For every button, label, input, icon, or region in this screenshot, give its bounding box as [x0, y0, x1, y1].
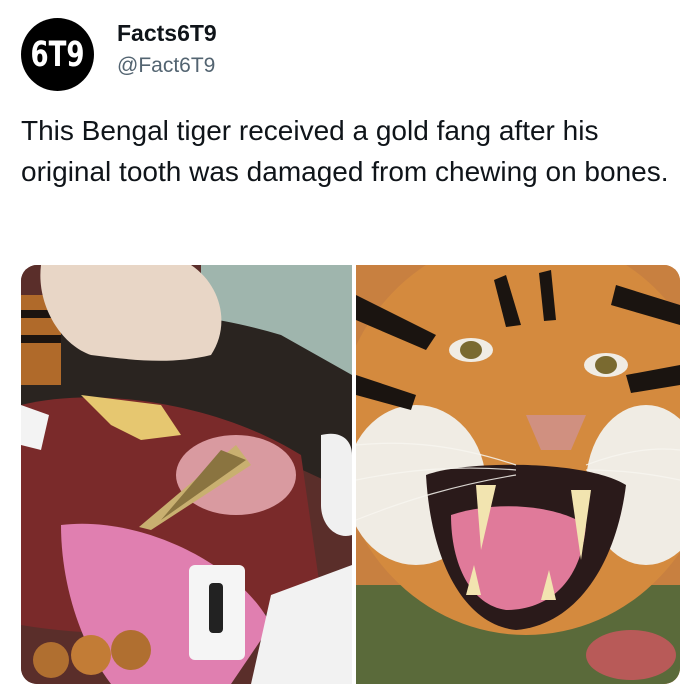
vet-procedure-illustration — [21, 265, 352, 684]
tweet-media-grid — [21, 265, 680, 684]
avatar-logo-text: 6T9 — [30, 34, 85, 75]
tweet-header: 6T9 Facts6T9 @Fact6T9 — [21, 18, 681, 92]
snarling-tiger-illustration — [356, 265, 680, 684]
avatar[interactable]: 6T9 — [21, 18, 94, 91]
tweet-text: This Bengal tiger received a gold fang a… — [21, 115, 669, 187]
author-display-name[interactable]: Facts6T9 — [117, 20, 217, 47]
author-handle[interactable]: @Fact6T9 — [117, 54, 215, 78]
media-photo-snarling-tiger[interactable] — [356, 265, 680, 684]
media-photo-vet-procedure[interactable] — [21, 265, 352, 684]
